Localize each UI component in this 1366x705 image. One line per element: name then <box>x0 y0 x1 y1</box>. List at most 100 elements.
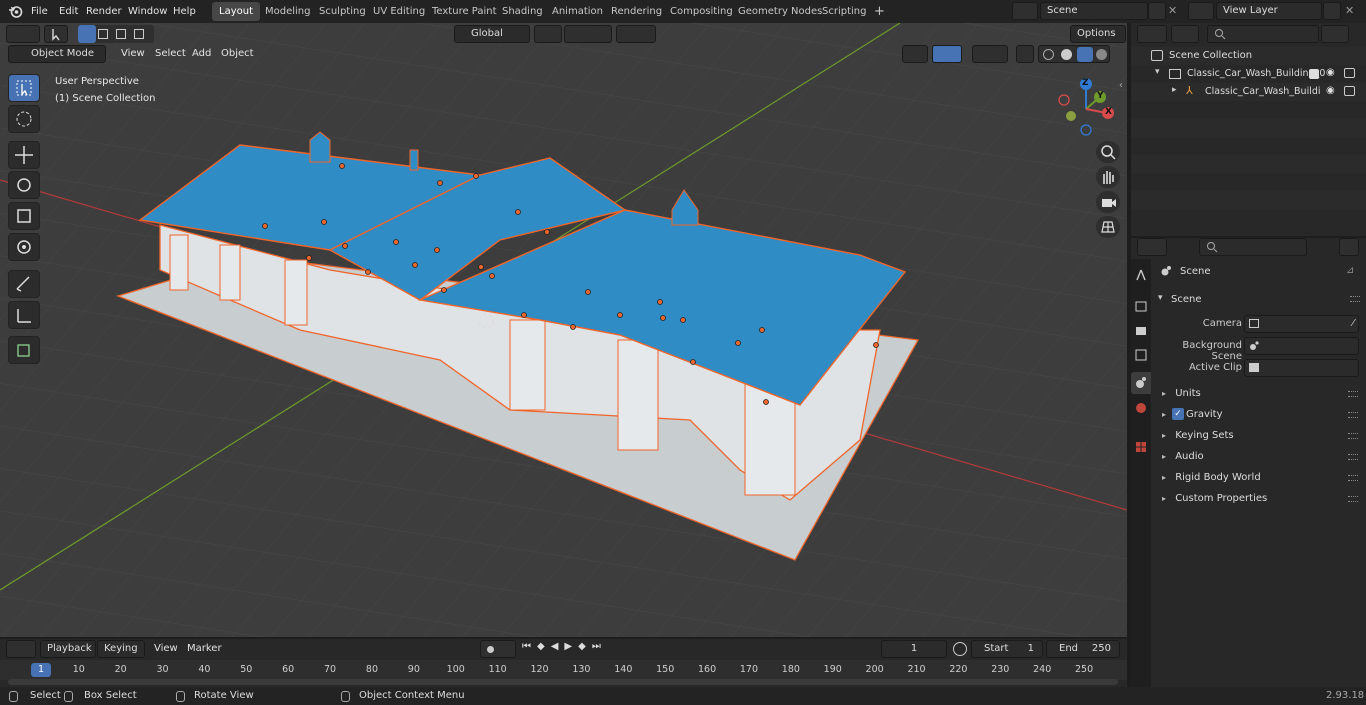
expand-arrow-icon[interactable]: ▸ <box>1172 85 1177 95</box>
tab-texture-paint[interactable]: Texture Paint <box>425 2 504 21</box>
drag-handle-icon[interactable] <box>1348 433 1358 439</box>
menu-edit[interactable]: Edit <box>54 3 83 20</box>
camera-field[interactable]: ⁄ <box>1244 315 1359 333</box>
drag-handle-icon[interactable] <box>1348 496 1358 502</box>
outliner-editor-type-icon[interactable] <box>1137 25 1167 43</box>
panel-keying-sets[interactable]: ▸ Keying Sets <box>1152 425 1364 446</box>
new-view-layer-icon[interactable] <box>1323 2 1341 20</box>
new-scene-icon[interactable] <box>1148 2 1166 20</box>
visibility-icon[interactable] <box>902 45 928 63</box>
gravity-checkbox[interactable]: ✓ <box>1172 408 1184 420</box>
menu-file[interactable]: File <box>26 3 53 20</box>
tab-tool-icon[interactable] <box>1131 264 1151 286</box>
select-tool-icon[interactable] <box>44 25 68 43</box>
outliner-search-input[interactable] <box>1207 25 1319 43</box>
scene-selector-icon[interactable] <box>1012 2 1038 20</box>
expand-arrow-icon[interactable]: ▸ <box>1162 452 1166 461</box>
panel-custom-properties[interactable]: ▸ Custom Properties <box>1152 488 1364 509</box>
menu-render[interactable]: Render <box>81 3 127 20</box>
tab-scene-icon[interactable] <box>1131 372 1151 394</box>
panel-units[interactable]: ▸ Units <box>1152 383 1364 404</box>
outliner-row-collection[interactable]: ▾ Classic_Car_Wash_Building_0 ◉ <box>1131 65 1366 83</box>
tab-view-layer-icon[interactable] <box>1131 344 1151 366</box>
eye-icon[interactable]: ◉ <box>1326 85 1335 96</box>
add-workspace-button[interactable]: + <box>867 2 892 21</box>
timeline-menu-view[interactable]: View <box>149 640 183 657</box>
tab-shading[interactable]: Shading <box>495 2 550 21</box>
tab-compositing[interactable]: Compositing <box>663 2 740 21</box>
tab-uv-editing[interactable]: UV Editing <box>366 2 432 21</box>
drag-handle-icon[interactable] <box>1348 454 1358 460</box>
timeline-scrollbar[interactable] <box>8 679 1118 685</box>
viewport-menu-add[interactable]: Add <box>187 45 216 62</box>
viewport-menu-object[interactable]: Object <box>216 45 259 62</box>
expand-arrow-icon[interactable]: ▾ <box>1155 67 1160 77</box>
perspective-toggle-icon[interactable] <box>1096 216 1120 238</box>
shading-modes-icon[interactable] <box>1038 45 1110 63</box>
end-frame-field[interactable]: End 250 <box>1046 640 1120 658</box>
timeline-menu-keying[interactable]: Keying <box>97 640 145 658</box>
active-clip-field[interactable] <box>1244 359 1359 377</box>
tab-sculpting[interactable]: Sculpting <box>312 2 373 21</box>
expand-arrow-icon[interactable]: ▸ <box>1162 389 1166 398</box>
eyedropper-icon[interactable]: ⁄ <box>1352 316 1354 332</box>
overlays-icon[interactable] <box>972 45 1008 63</box>
blender-logo-icon[interactable] <box>8 4 23 19</box>
timeline-menu-playback[interactable]: Playback <box>40 640 96 658</box>
pan-hand-icon[interactable] <box>1096 166 1120 188</box>
panel-rigid-body-world[interactable]: ▸ Rigid Body World <box>1152 467 1364 488</box>
selection-mode-subtract-icon[interactable] <box>116 29 126 39</box>
tool-select-box-icon[interactable] <box>8 74 40 102</box>
view-layer-selector-icon[interactable] <box>1188 2 1214 20</box>
current-frame-field[interactable]: 1 <box>881 640 947 658</box>
gizmo-toggle-icon[interactable] <box>932 45 962 63</box>
viewport-menu-select[interactable]: Select <box>150 45 191 62</box>
tab-world-icon[interactable] <box>1131 397 1151 419</box>
properties-editor-type-icon[interactable] <box>1137 238 1167 256</box>
expand-arrow-icon[interactable]: ▸ <box>1162 473 1166 482</box>
pin-icon[interactable]: ⊿ <box>1346 265 1354 276</box>
3d-viewport[interactable] <box>0 23 1127 637</box>
tab-layout[interactable]: Layout <box>212 2 260 21</box>
stopwatch-icon[interactable] <box>953 642 967 656</box>
snap-icon[interactable] <box>564 25 612 43</box>
remove-scene-icon[interactable]: ✕ <box>1168 4 1177 17</box>
viewport-menu-view[interactable]: View <box>116 45 150 62</box>
prev-keyframe-icon[interactable]: ◆ <box>537 641 551 652</box>
navigation-gizmo[interactable]: Z Y X <box>1055 75 1119 139</box>
object-mode-dropdown[interactable]: Object Mode <box>8 45 106 63</box>
tab-render-icon[interactable] <box>1131 296 1151 318</box>
tool-move-icon[interactable] <box>8 141 40 169</box>
tab-modeling[interactable]: Modeling <box>258 2 318 21</box>
pivot-point-icon[interactable] <box>534 25 562 43</box>
timeline-menu-marker[interactable]: Marker <box>182 640 227 657</box>
xray-icon[interactable] <box>1016 45 1034 63</box>
expand-arrow-icon[interactable]: ▸ <box>1162 410 1166 419</box>
tool-scale-icon[interactable] <box>8 202 40 230</box>
outliner-row-object[interactable]: ▸ ⅄ Classic_Car_Wash_Buildi ◉ <box>1131 83 1366 101</box>
scene-section-header[interactable]: ▾ Scene <box>1152 290 1364 310</box>
panel-audio[interactable]: ▸ Audio <box>1152 446 1364 467</box>
jump-start-icon[interactable]: ⏮ <box>522 641 537 652</box>
outliner-display-mode-icon[interactable] <box>1171 25 1199 43</box>
auto-keying-icon[interactable] <box>480 640 516 658</box>
tab-texture-icon[interactable] <box>1131 436 1151 458</box>
tab-scripting[interactable]: Scripting <box>815 2 873 21</box>
tool-transform-icon[interactable] <box>8 233 40 261</box>
properties-search-input[interactable] <box>1199 238 1307 256</box>
timeline-editor-type-icon[interactable] <box>6 640 36 658</box>
play-icon[interactable]: ▶ <box>564 641 578 652</box>
zoom-icon[interactable] <box>1096 141 1120 163</box>
exclude-checkbox-icon[interactable] <box>1309 69 1319 79</box>
camera-render-icon[interactable] <box>1344 86 1355 96</box>
background-scene-field[interactable] <box>1244 337 1359 355</box>
panel-gravity[interactable]: ▸ ✓ Gravity <box>1152 404 1364 425</box>
proportional-editing-icon[interactable] <box>616 25 656 43</box>
expand-arrow-icon[interactable]: ▸ <box>1162 494 1166 503</box>
options-dropdown[interactable]: Options <box>1070 25 1126 43</box>
remove-view-layer-icon[interactable]: ✕ <box>1345 4 1354 17</box>
sidebar-toggle-icon[interactable]: ‹ <box>1119 80 1123 91</box>
view-layer-name-field[interactable]: View Layer <box>1216 2 1322 20</box>
properties-options-icon[interactable] <box>1339 238 1359 256</box>
tool-cursor-icon[interactable] <box>8 105 40 133</box>
